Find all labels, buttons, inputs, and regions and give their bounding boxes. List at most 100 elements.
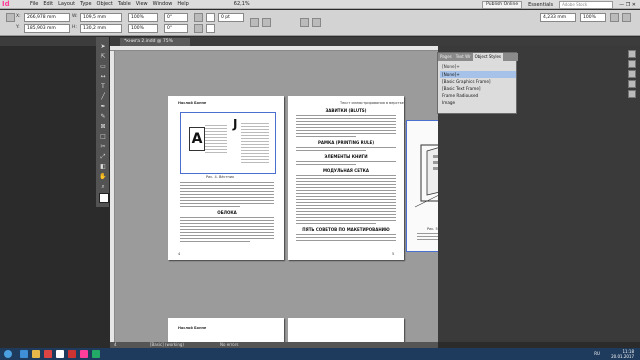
next-left-page[interactable]: Наслой Бонне [168,318,284,342]
pencil-tool-icon[interactable]: ✎ [99,113,107,121]
fit-content-icon[interactable] [312,18,321,27]
document-tab[interactable]: *книга 2.indd @ 75% [120,38,190,46]
left-section-heading: ОБЛОКА [217,210,237,215]
pages-panel-icon[interactable] [628,50,636,58]
text-block-illustration-2 [241,123,269,163]
stroke-swatch-icon[interactable] [206,24,215,33]
menu-bar: Id File Edit Layout Type Object Table Vi… [0,0,640,9]
menu-right: Publish Online Essentials Adobe Stock — … [482,0,636,9]
publish-online-button[interactable]: Publish Online [482,0,523,9]
heading-book-elements: ЭЛЕМЕНТЫ КНИГИ [324,154,368,159]
language-indicator[interactable]: RU [594,350,600,358]
heading-bluts: ЗАВИТКИ (BLUTS) [325,108,367,113]
style-item-basic-text-frame[interactable]: [Basic Text Frame] [440,85,516,92]
hand-tool-icon[interactable]: ✋ [99,173,107,181]
reference-point-icon[interactable] [6,13,15,22]
current-style-label: [None]+ [442,64,460,69]
y-label: Y: [16,25,20,30]
rotate-field[interactable]: 0° [164,13,188,22]
x-field[interactable]: 266,978 mm [24,13,70,22]
frame-fitting-icon[interactable] [610,13,619,22]
next-right-page[interactable] [288,318,404,342]
gap-width-field[interactable]: 4,233 mm [540,13,576,22]
panel-tabs: Pages Text Wr Object Styles [438,53,518,61]
acrobat-icon[interactable] [68,350,76,358]
rectangle-tool-icon[interactable]: □ [99,133,107,141]
horizontal-ruler[interactable] [110,46,438,51]
h-field[interactable]: 130,2 mm [80,24,122,33]
w-field[interactable]: 109,5 mm [80,13,122,22]
object-styles-panel: Pages Text Wr Object Styles [None]+ [Non… [437,52,518,114]
links-panel-icon[interactable] [628,70,636,78]
menu-table[interactable]: Table [118,0,131,9]
direct-selection-tool-icon[interactable]: ⇱ [99,53,107,61]
right-page-number: 5 [392,252,395,256]
menu-type[interactable]: Type [80,0,91,9]
workspace-switcher[interactable]: Essentials [528,2,553,8]
app-icon[interactable] [92,350,100,358]
line-tool-icon[interactable]: ╱ [99,93,107,101]
fill-stroke-icon[interactable] [99,193,109,203]
style-item-none[interactable]: [None]+ [440,71,516,78]
tab-pages[interactable]: Pages [438,53,454,61]
w-label: W: [72,14,78,19]
menu-window[interactable]: Window [153,0,173,9]
stroke-panel-icon[interactable] [628,80,636,88]
chrome-icon[interactable] [56,350,64,358]
flip-horizontal-icon[interactable] [194,13,203,22]
swatches-panel-icon[interactable] [628,90,636,98]
opacity-field[interactable]: 100% [580,13,606,22]
menu-object[interactable]: Object [97,0,113,9]
next-page-header: Наслой Бонне [178,326,207,330]
tab-object-styles[interactable]: Object Styles [472,53,503,61]
drop-shadow-icon[interactable] [262,18,271,27]
window-controls[interactable]: — ❐ ✕ [619,2,636,8]
system-clock[interactable]: 11:18 20.01.2017 [611,349,634,359]
h-label: H: [72,25,77,30]
left-page[interactable]: Наслой Бонне A J Рис. 4. Вёстник ОБЛОКА … [168,96,284,260]
layers-panel-icon[interactable] [628,60,636,68]
shear-field[interactable]: 0° [164,24,188,33]
panel-menu-icon[interactable] [622,13,631,22]
image-frame[interactable]: A J [180,112,276,174]
explorer-icon[interactable] [32,350,40,358]
right-page[interactable]: Текст иллюстрирования в верстке ЗАВИТКИ … [288,96,404,260]
y-field[interactable]: 185,903 mm [24,24,70,33]
indesign-icon[interactable] [80,350,88,358]
start-button-icon[interactable] [4,350,12,358]
page-tool-icon[interactable]: ▭ [99,63,107,71]
menu-view[interactable]: View [136,0,148,9]
ie-icon[interactable] [20,350,28,358]
media-icon[interactable] [44,350,52,358]
clock-date: 20.01.2017 [611,354,634,359]
menu-help[interactable]: Help [177,0,188,9]
rectangle-frame-tool-icon[interactable]: ⊠ [99,123,107,131]
text-wrap-icon[interactable] [300,18,309,27]
stroke-weight-field[interactable]: 0 pt [218,13,244,22]
style-item-image[interactable]: Image [440,99,516,106]
zoom-tool-icon[interactable]: ⌕ [99,183,107,191]
scale-x-field[interactable]: 100% [128,13,158,22]
fill-swatch-icon[interactable] [206,13,215,22]
menu-file[interactable]: File [30,0,38,9]
style-item-basic-graphics-frame[interactable]: [Basic Graphics Frame] [440,78,516,85]
tab-text-wrap[interactable]: Text Wr [454,53,473,61]
stock-search-input[interactable]: Adobe Stock [559,0,614,9]
vertical-ruler[interactable] [110,51,115,342]
gradient-tool-icon[interactable]: ◧ [99,163,107,171]
transform-tool-icon[interactable]: ⤢ [99,153,107,161]
selection-tool-icon[interactable]: ➤ [99,43,107,51]
menu-edit[interactable]: Edit [43,0,53,9]
scale-y-field[interactable]: 100% [128,24,158,33]
zoom-level[interactable]: 62,1% [234,0,250,9]
style-item-frame-radioused[interactable]: Frame Radioused [440,92,516,99]
pen-tool-icon[interactable]: ✒ [99,103,107,111]
left-page-number: 4 [178,252,181,256]
menu-layout[interactable]: Layout [58,0,75,9]
effects-icon[interactable] [250,18,259,27]
flip-vertical-icon[interactable] [194,24,203,33]
gap-tool-icon[interactable]: ↔ [99,73,107,81]
scissors-tool-icon[interactable]: ✂ [99,143,107,151]
heading-printing-rule: РАМКА (PRINTING RULE) [317,140,375,145]
type-tool-icon[interactable]: T [99,83,107,91]
